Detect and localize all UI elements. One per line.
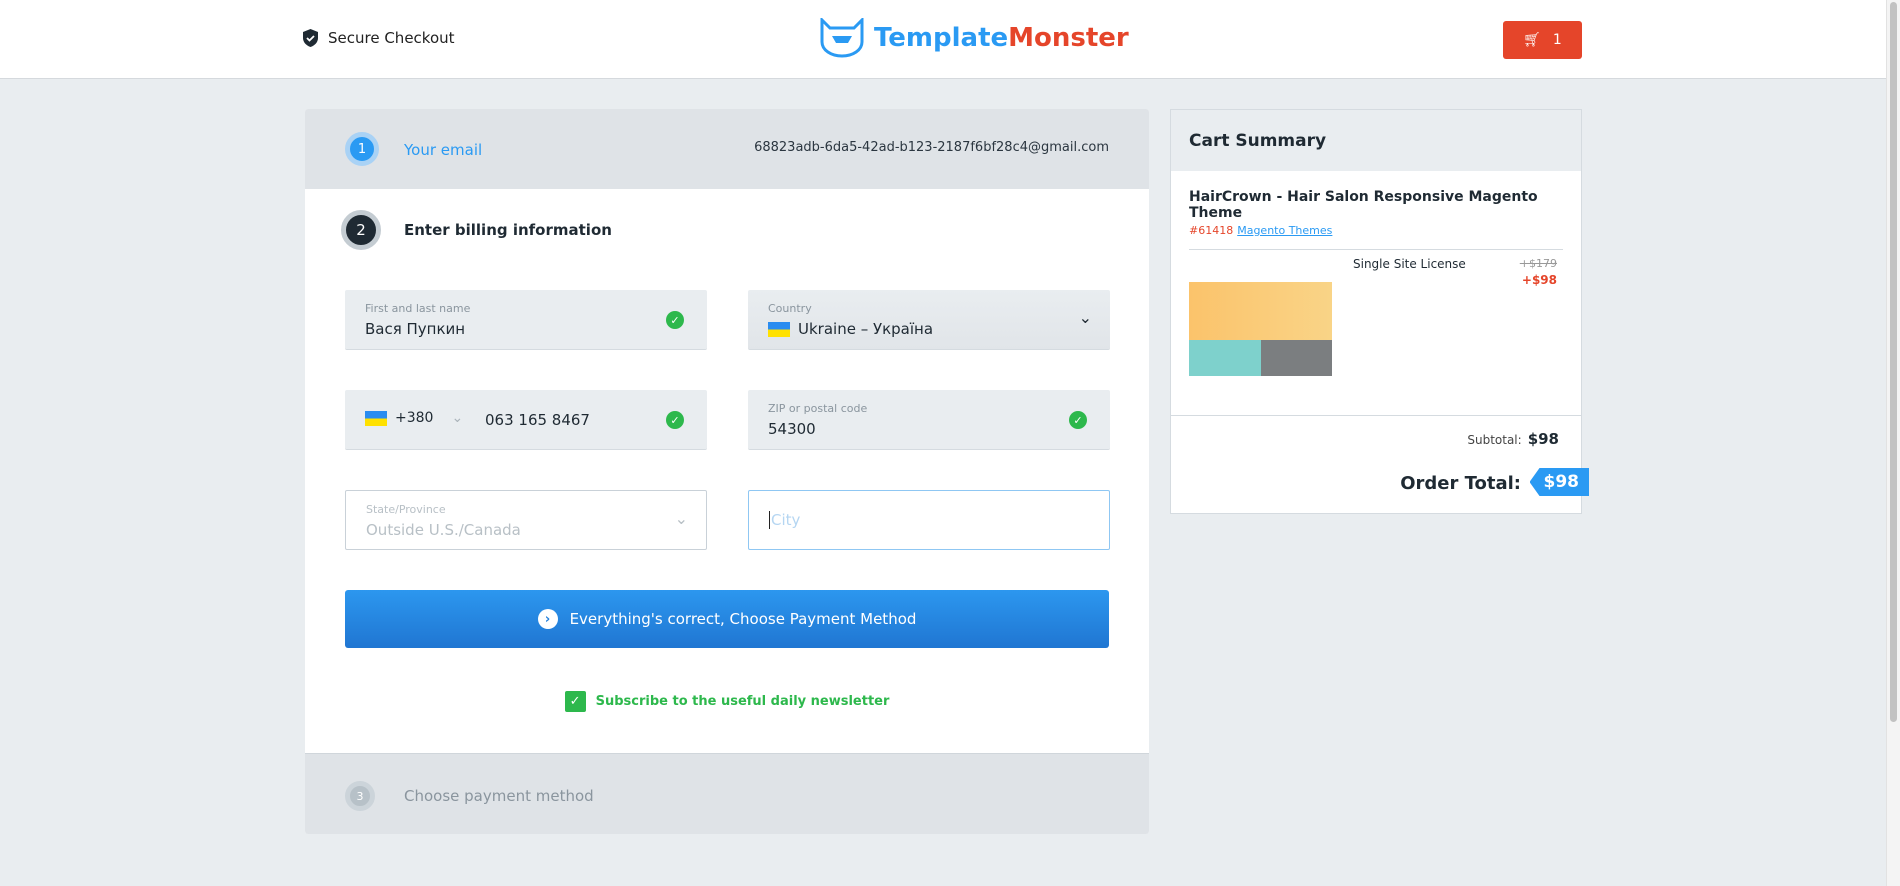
phone-field[interactable]: +380 ⌄ 063 165 8467 ✓ [345,390,707,450]
field-value: Ukraine – Україна [798,320,934,338]
header: Secure Checkout TemplateMonster 🛒︎ 1 [0,0,1886,79]
city-input[interactable]: City [748,490,1110,550]
logo-text-monster: Monster [1008,23,1129,53]
category-link[interactable]: Magento Themes [1237,224,1332,237]
scrollbar-thumb[interactable] [1890,2,1897,722]
field-value: Вася Пупкин [365,320,466,338]
phone-number: 063 165 8467 [485,411,590,429]
chevron-down-icon: ⌄ [1078,308,1092,327]
choose-payment-button[interactable]: › Everything's correct, Choose Payment M… [345,590,1109,648]
chevron-right-circle-icon: › [537,609,558,629]
old-price: +$179 [1519,257,1557,270]
button-label: Everything's correct, Choose Payment Met… [569,610,917,628]
cart-summary: Cart Summary HairCrown - Hair Salon Resp… [1170,109,1589,514]
chevron-down-icon: ⌄ [674,509,688,528]
city-placeholder: City [769,511,801,529]
monster-logo-icon [820,18,864,58]
scrollbar[interactable] [1886,0,1900,886]
shield-icon [303,29,318,47]
step-label: Choose payment method [404,787,594,805]
step-label: Your email [404,141,483,159]
checkbox-checked-icon[interactable]: ✓ [564,691,586,712]
country-select[interactable]: Country Ukraine – Україна ⌄ [748,290,1110,350]
order-total-value: $98 [1529,468,1589,496]
cart-summary-title: Cart Summary [1171,110,1581,171]
checkout-panel: 1 Your email 68823adb-6da5-42ad-b123-218… [305,109,1149,834]
field-caption: First and last name [365,302,471,315]
check-icon: ✓ [666,311,684,329]
check-icon: ✓ [666,411,684,429]
name-field[interactable]: First and last name Вася Пупкин ✓ [345,290,707,350]
subtotal-value: $98 [1527,430,1559,448]
chevron-down-icon: ⌄ [451,410,464,426]
secure-checkout: Secure Checkout [303,29,455,47]
zip-field[interactable]: ZIP or postal code 54300 ✓ [748,390,1110,450]
ukraine-flag-icon [768,322,790,337]
cart-line-item: Single Site License +$179 +$98 [1189,249,1563,409]
step-label: Enter billing information [404,221,612,239]
check-icon: ✓ [1069,411,1087,429]
subtotal: Subtotal: $98 [1467,430,1559,448]
step-number: 3 [345,781,375,811]
new-price: +$98 [1521,273,1557,287]
field-value: 54300 [768,420,816,438]
secure-checkout-label: Secure Checkout [328,29,455,47]
step-email[interactable]: 1 Your email 68823adb-6da5-42ad-b123-218… [305,109,1149,189]
license-name: Single Site License [1353,257,1466,271]
newsletter-checkbox[interactable]: ✓ Subscribe to the useful daily newslett… [305,691,1149,712]
product-id: #61418 [1189,224,1234,237]
ukraine-flag-icon [365,410,387,426]
step-number: 2 [341,210,381,250]
field-caption: Country [768,302,812,315]
subtotal-label: Subtotal: [1467,433,1522,447]
state-select[interactable]: State/Province Outside U.S./Canada ⌄ [345,490,707,550]
field-caption: ZIP or postal code [768,402,868,415]
field-caption: State/Province [366,503,446,516]
order-total-label: Order Total: [1400,473,1521,494]
phone-code: +380 [395,410,434,426]
cart-icon: 🛒︎ [1523,32,1541,48]
newsletter-label: Subscribe to the useful daily newsletter [595,694,890,709]
cart-button[interactable]: 🛒︎ 1 [1503,21,1582,59]
product-thumbnail[interactable] [1189,260,1332,405]
product-name: HairCrown - Hair Salon Responsive Magent… [1189,189,1538,221]
step-number: 1 [345,132,379,166]
cart-count: 1 [1552,32,1562,48]
logo-text-template: Template [874,23,1009,53]
email-value: 68823adb-6da5-42ad-b123-2187f6bf28c4@gma… [754,140,1109,155]
phone-code-select[interactable]: +380 ⌄ [365,410,463,426]
field-value: Outside U.S./Canada [366,521,521,539]
logo[interactable]: TemplateMonster [818,18,1129,58]
step-payment: 3 Choose payment method [305,753,1149,834]
